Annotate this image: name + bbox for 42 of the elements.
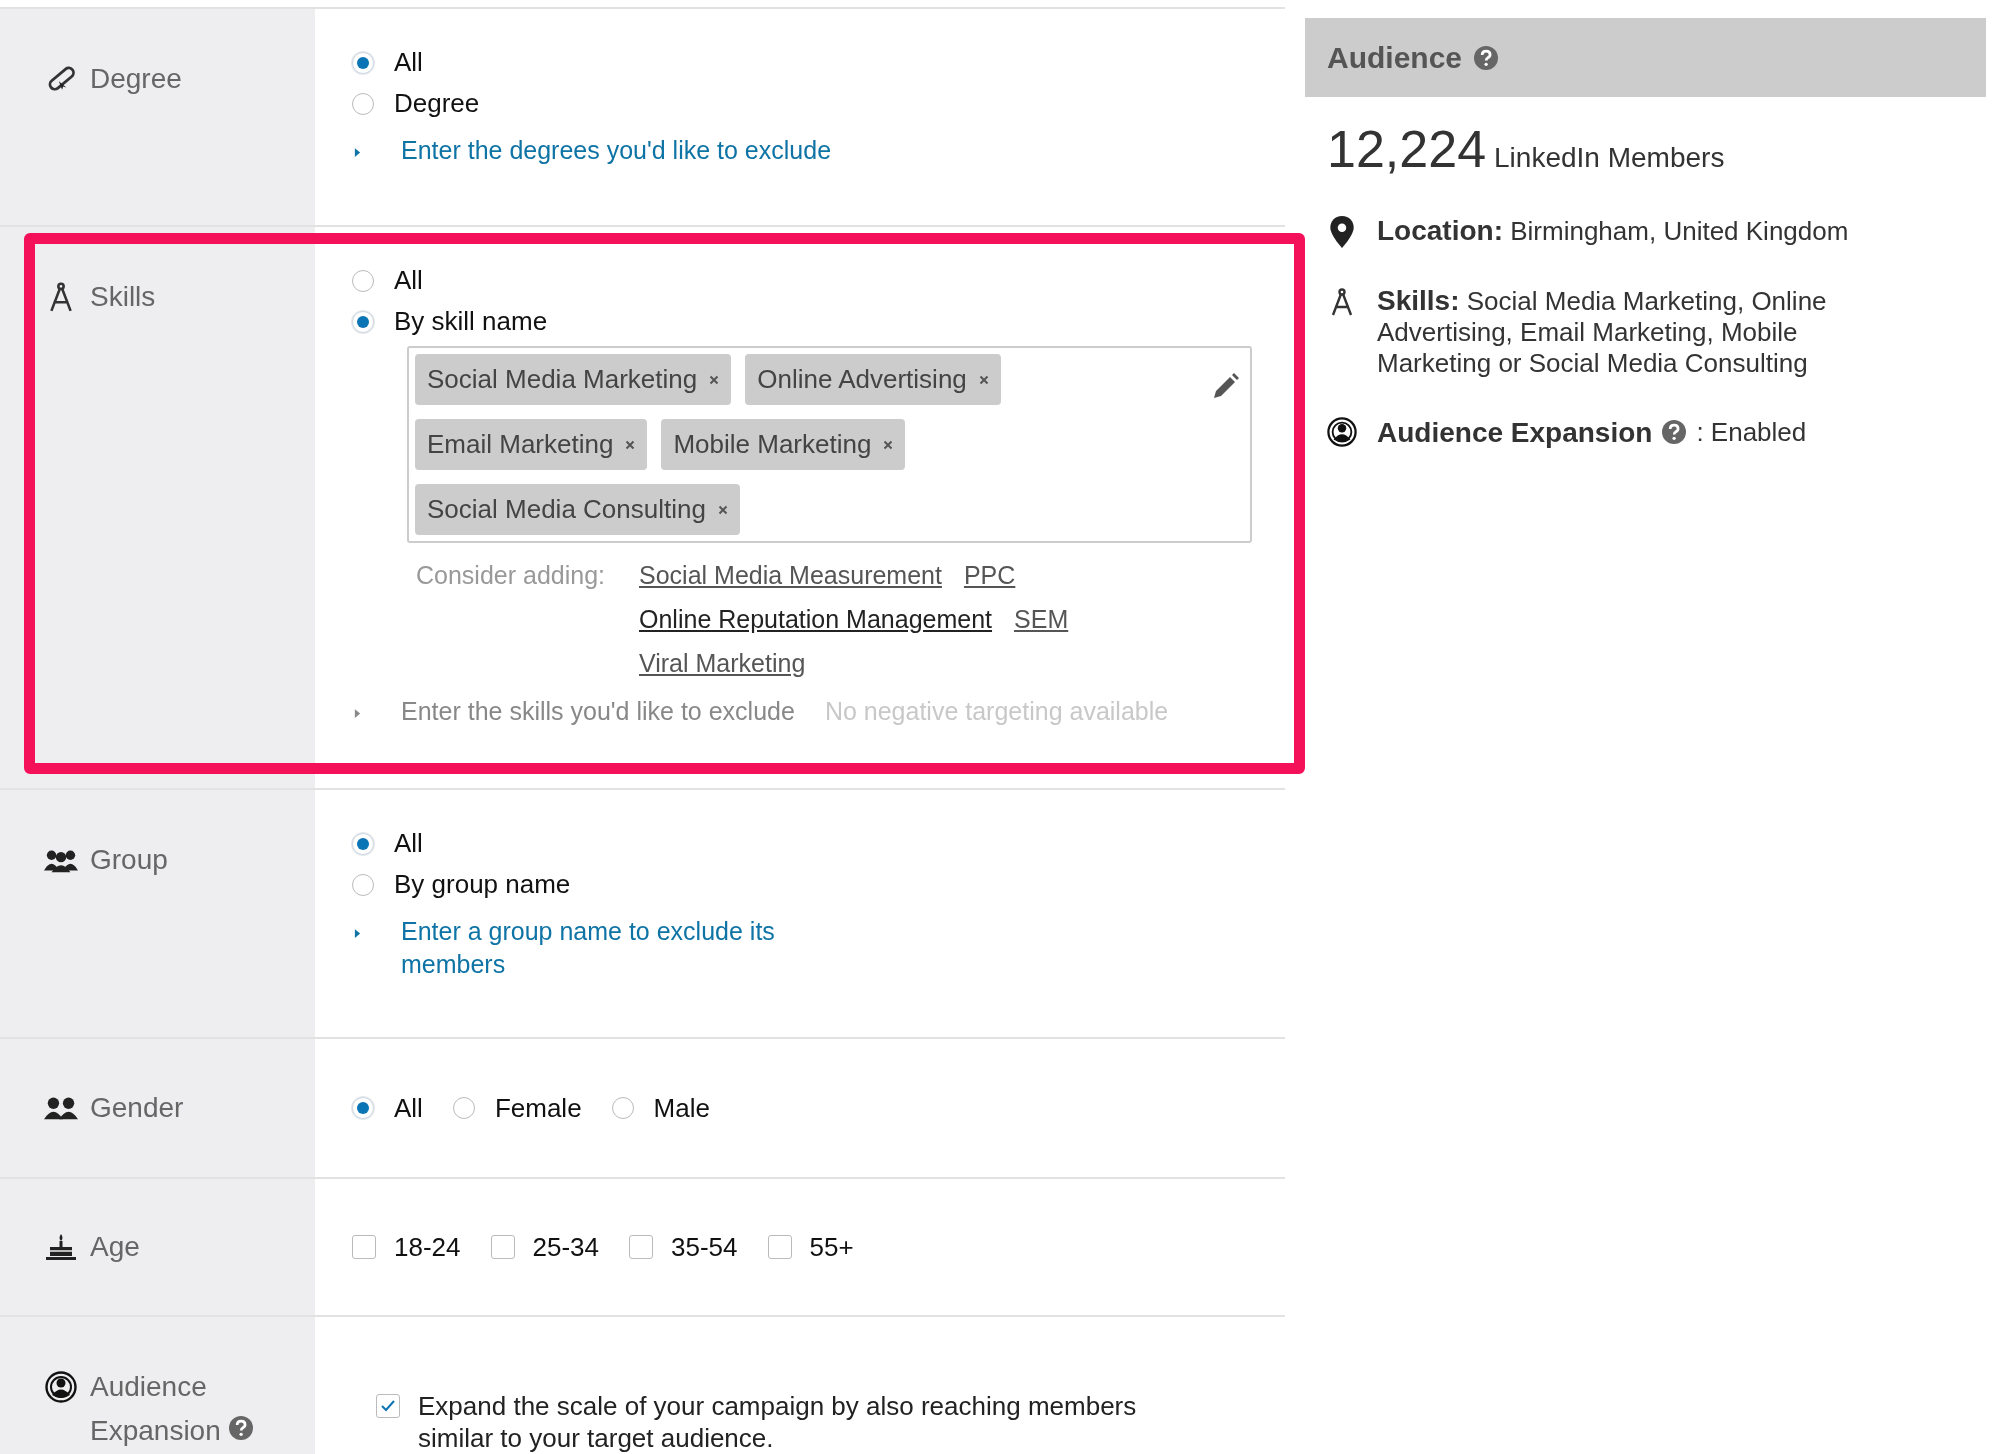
member-count-label: LinkedIn Members <box>1494 142 1725 174</box>
exclude-link[interactable]: Enter the degrees you'd like to exclude <box>401 134 832 167</box>
radio-option[interactable]: All <box>352 42 1285 83</box>
criterion-value: : Enabled <box>1696 416 1807 448</box>
radio-option[interactable]: All <box>352 823 1285 864</box>
checkbox-option[interactable]: 25-34 <box>490 1226 599 1268</box>
radio-option[interactable]: All <box>352 1087 423 1129</box>
skill-tag[interactable]: Mobile Marketing <box>661 419 906 470</box>
suggested-skill-link[interactable]: Online Reputation Management <box>639 597 993 641</box>
checkbox-option[interactable]: 55+ <box>767 1226 854 1268</box>
skill-tag[interactable]: Social Media Marketing <box>415 354 732 405</box>
radio-option[interactable]: Degree <box>352 83 1285 124</box>
skill-tag[interactable]: Social Media Consulting <box>415 484 740 535</box>
checkbox-option[interactable]: 35-54 <box>629 1226 738 1268</box>
section-label: Age <box>90 1230 140 1264</box>
criterion-text: Location: Birmingham, United Kingdom <box>1377 215 1850 248</box>
section-label: Gender <box>90 1091 184 1125</box>
member-count: 12,224 <box>1327 119 1487 179</box>
radio-option[interactable]: All <box>352 260 1285 301</box>
radio-option[interactable]: Female <box>452 1087 582 1129</box>
exclude-link[interactable]: Enter a group name to exclude its members <box>401 915 866 981</box>
checkbox-option[interactable]: 18-24 <box>352 1226 461 1268</box>
criterion-text: Skills: Social Media Marketing, Online Advertising, Email Marketing, Mobile Marketing or Social Media Consulting <box>1377 285 1828 379</box>
skills-input-field[interactable]: Social Media Marketing Online Advertising Email Marketing Mobile Marketing Social Media Consulting <box>407 346 1252 543</box>
audience-title: Audience <box>1327 40 1463 75</box>
suggested-skill-link[interactable]: PPC <box>963 553 1016 597</box>
suggested-skill-link[interactable]: SEM <box>1014 597 1069 641</box>
suggested-skill-link[interactable]: Viral Marketing <box>639 641 806 685</box>
criterion-label: Audience Expansion <box>1377 416 1653 448</box>
skill-tag[interactable]: Email Marketing <box>415 419 648 470</box>
section-label: Group <box>90 843 168 877</box>
exclude-link: Enter the skills you'd like to exclude <box>401 696 795 727</box>
section-label: Degree <box>90 62 182 96</box>
radio-option[interactable]: By skill name <box>352 301 1285 342</box>
radio-option[interactable]: Male <box>611 1087 710 1129</box>
section-label: Skills <box>90 280 156 314</box>
checkbox-label: Expand the scale of your campaign by also reaching members similar to your target audience. <box>418 1390 1138 1454</box>
suggested-skill-link[interactable]: Social Media Measurement <box>639 553 942 597</box>
section-label: Audience Expansion <box>90 1365 305 1453</box>
suggestions-label: Consider adding: <box>416 560 605 591</box>
skill-tag[interactable]: Online Advertising <box>745 354 1001 405</box>
radio-option[interactable]: By group name <box>352 864 1285 905</box>
